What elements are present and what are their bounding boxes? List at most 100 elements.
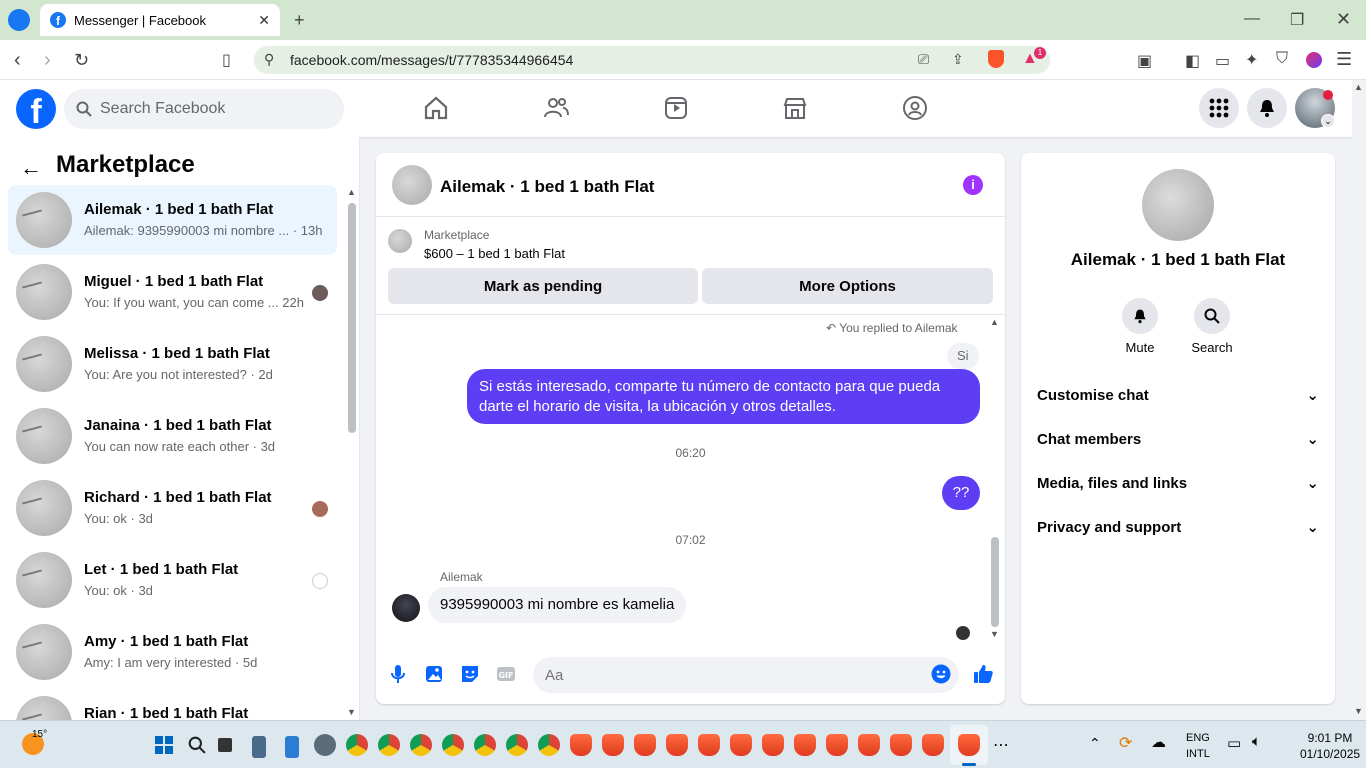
thumbs-up-icon[interactable] — [972, 663, 994, 685]
mark-as-pending-button[interactable]: Mark as pending — [388, 268, 698, 304]
wallet-icon[interactable]: ▭ — [1215, 51, 1230, 71]
brave-icon[interactable] — [634, 734, 656, 756]
photo-icon[interactable] — [423, 663, 445, 685]
brave-active-icon[interactable] — [958, 734, 980, 756]
conversation-item[interactable]: Miguel · 1 bed 1 bath Flat You: If you w… — [8, 257, 337, 327]
emoji-icon[interactable] — [931, 664, 951, 684]
chrome-icon[interactable] — [346, 734, 368, 756]
account-chevron-icon[interactable]: ⌄ — [1321, 114, 1335, 128]
search-in-chat-button[interactable]: Search — [1182, 298, 1242, 355]
profile-icon[interactable] — [1306, 52, 1322, 68]
brave-shields-icon[interactable] — [988, 50, 1004, 68]
sender-avatar[interactable] — [392, 594, 420, 622]
facebook-tab-icon[interactable] — [8, 9, 30, 31]
conversation-item[interactable]: Ailemak · 1 bed 1 bath Flat Ailemak: 939… — [8, 185, 337, 255]
search-facebook-input[interactable]: Search Facebook — [64, 89, 344, 129]
browser-tab[interactable]: f Messenger | Facebook ✕ — [40, 4, 280, 36]
brave-icon[interactable] — [826, 734, 848, 756]
sidebar-toggle-icon[interactable]: ◧ — [1185, 51, 1200, 71]
chrome-icon[interactable] — [410, 734, 432, 756]
windows-start-icon[interactable] — [155, 736, 173, 754]
customise-chat-row[interactable]: Customise chat ⌄ — [1037, 373, 1319, 417]
new-tab-icon[interactable]: + — [294, 10, 305, 31]
brave-icon[interactable] — [666, 734, 688, 756]
chat-scroll-up-icon[interactable]: ▲ — [990, 317, 999, 327]
conversation-item[interactable]: Janaina · 1 bed 1 bath Flat You can now … — [8, 401, 337, 471]
groups-icon[interactable] — [901, 94, 929, 122]
chat-scroll-down-icon[interactable]: ▼ — [990, 629, 999, 639]
leo-ai-icon[interactable]: ✦ — [1245, 50, 1258, 70]
chrome-icon[interactable] — [506, 734, 528, 756]
cloud-offline-icon[interactable]: ☁ — [1151, 733, 1166, 751]
conversation-item[interactable]: Amy · 1 bed 1 bath Flat Amy: I am very i… — [8, 617, 337, 687]
volume-icon[interactable]: 🔈︎ — [1252, 733, 1261, 750]
scroll-up-icon[interactable]: ▲ — [347, 187, 356, 197]
privacy-support-row[interactable]: Privacy and support ⌄ — [1037, 505, 1319, 549]
chrome-icon[interactable] — [538, 734, 560, 756]
microphone-icon[interactable] — [387, 663, 409, 685]
listing-thumbnail[interactable] — [388, 229, 412, 253]
app-icon[interactable] — [314, 734, 336, 756]
facebook-logo[interactable]: f — [16, 89, 56, 129]
reload-icon[interactable]: ↻ — [74, 50, 89, 71]
conversations-scrollbar[interactable] — [348, 203, 356, 433]
install-app-icon[interactable]: ⎚ — [918, 51, 929, 68]
media-files-links-row[interactable]: Media, files and links ⌄ — [1037, 461, 1319, 505]
contact-avatar[interactable] — [1142, 169, 1214, 241]
back-icon[interactable]: ‹ — [14, 49, 21, 72]
conversation-item[interactable]: Richard · 1 bed 1 bath Flat You: ok · 3d — [8, 473, 337, 543]
network-icon[interactable]: ▭ — [1227, 734, 1241, 752]
chat-title[interactable]: Ailemak · 1 bed 1 bath Flat — [440, 177, 654, 197]
chrome-icon[interactable] — [442, 734, 464, 756]
brave-icon[interactable] — [570, 734, 592, 756]
bookmark-icon[interactable]: ▯ — [222, 50, 231, 70]
search-icon[interactable] — [188, 736, 206, 754]
quoted-message[interactable]: Si — [947, 343, 979, 369]
outgoing-message[interactable]: ?? — [942, 476, 980, 510]
brave-icon[interactable] — [602, 734, 624, 756]
sync-icon[interactable]: ⟳ — [1119, 733, 1132, 753]
url-bar[interactable]: ⚲ facebook.com/messages/t/77783534496645… — [254, 46, 1050, 74]
sticker-icon[interactable] — [459, 663, 481, 685]
info-icon[interactable]: i — [963, 175, 983, 195]
page-scrollbar[interactable]: ▲ ▼ — [1352, 80, 1366, 720]
conversation-item[interactable]: Let · 1 bed 1 bath Flat You: ok · 3d — [8, 545, 337, 615]
task-view-icon[interactable] — [218, 738, 232, 752]
brave-icon[interactable] — [762, 734, 784, 756]
system-clock[interactable]: 9:01 PM 01/10/2025 — [1300, 730, 1360, 762]
listing-price-title[interactable]: $600 – 1 bed 1 bath Flat — [424, 246, 565, 261]
back-arrow-icon[interactable]: ← — [20, 155, 42, 181]
conversation-item[interactable]: Rian · 1 bed 1 bath Flat — [8, 689, 337, 720]
notifications-button[interactable] — [1247, 88, 1287, 128]
marketplace-icon[interactable] — [781, 94, 809, 122]
input-language[interactable]: ENG INTL — [1186, 730, 1210, 762]
brave-icon[interactable] — [794, 734, 816, 756]
incoming-message[interactable]: 9395990003 mi nombre es kamelia — [428, 587, 687, 623]
maximize-icon[interactable]: ❐ — [1290, 10, 1304, 30]
menu-grid-button[interactable] — [1199, 88, 1239, 128]
reader-mode-icon[interactable]: ▣ — [1137, 51, 1152, 71]
gif-icon[interactable]: GIF — [495, 663, 517, 685]
share-icon[interactable]: ⇪ — [952, 51, 964, 68]
page-scroll-up-icon[interactable]: ▲ — [1354, 82, 1363, 92]
video-icon[interactable] — [662, 94, 690, 122]
brave-icon[interactable] — [730, 734, 752, 756]
minimize-icon[interactable]: — — [1244, 10, 1260, 28]
notepad-icon[interactable] — [285, 736, 299, 758]
brave-icon[interactable] — [698, 734, 720, 756]
message-input[interactable] — [533, 657, 959, 693]
tab-close-icon[interactable]: ✕ — [258, 12, 270, 29]
more-options-button[interactable]: More Options — [702, 268, 993, 304]
outgoing-message[interactable]: Si estás interesado, comparte tu número … — [467, 369, 980, 424]
friends-icon[interactable] — [542, 94, 570, 122]
chat-avatar[interactable] — [392, 165, 432, 205]
window-close-icon[interactable]: ✕ — [1336, 9, 1351, 30]
forward-icon[interactable]: › — [44, 49, 51, 72]
site-info-icon[interactable]: ⚲ — [264, 51, 274, 68]
page-scroll-down-icon[interactable]: ▼ — [1354, 706, 1363, 716]
chrome-icon[interactable] — [474, 734, 496, 756]
chevron-up-icon[interactable]: ⌃ — [1089, 735, 1101, 752]
browser-menu-icon[interactable]: ☰ — [1336, 49, 1352, 70]
conversation-item[interactable]: Melissa · 1 bed 1 bath Flat You: Are you… — [8, 329, 337, 399]
more-apps-icon[interactable]: ⋯ — [993, 735, 1009, 755]
